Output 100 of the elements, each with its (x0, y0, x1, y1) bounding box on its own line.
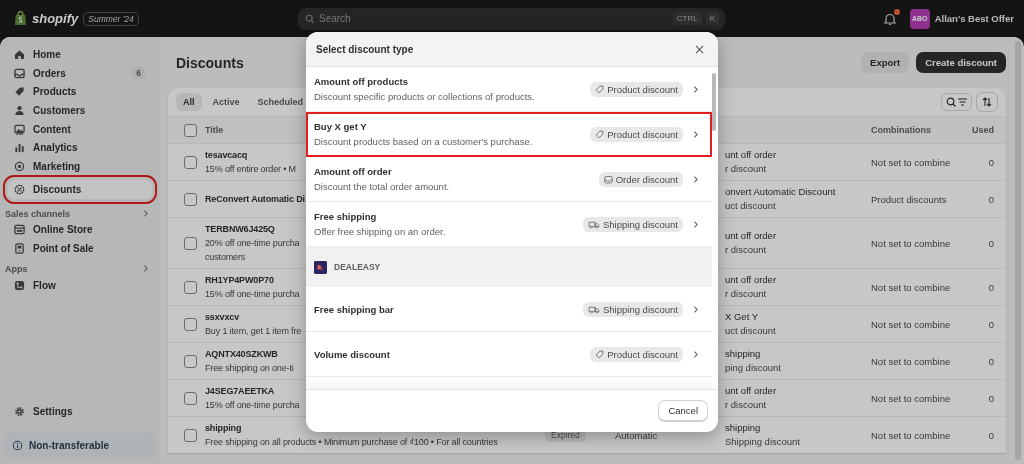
chevron-icon (691, 304, 700, 314)
create-button[interactable]: Create discount (916, 52, 1006, 73)
checkbox[interactable] (184, 354, 197, 368)
target-icon (14, 160, 25, 172)
type-text: unt off order (725, 384, 777, 398)
combinations-text: Not set to combine (871, 429, 952, 441)
home-icon (14, 48, 25, 60)
discount-option[interactable]: Buy X get Y Discount products based on a customer's purchase. Product discount (306, 112, 712, 157)
discount-summary: Buy 1 item, get 1 item fre (205, 325, 302, 338)
chevron-icon (691, 219, 700, 229)
terminal-icon (14, 243, 25, 255)
checkbox[interactable] (184, 155, 197, 169)
discount-type-badge: Product discount (590, 81, 683, 97)
filter-tab[interactable]: All (176, 93, 202, 111)
store-name[interactable]: Allan's Best Offer (934, 13, 1014, 24)
nav-item[interactable]: Marketing (8, 157, 152, 176)
search-icon (946, 97, 956, 107)
section-heading: Apps (5, 263, 28, 274)
used-count: 0 (987, 237, 994, 249)
nav-item[interactable]: Online Store (8, 220, 152, 240)
combinations-text: Not set to combine (871, 237, 952, 249)
discount-type-badge: Product discount (590, 126, 683, 142)
section-heading: Sales channels (5, 208, 71, 219)
info-icon (12, 440, 23, 451)
nav-item[interactable]: Content (8, 119, 152, 139)
discount-title[interactable]: AQNTX40SZKWB (205, 347, 278, 361)
discount-title[interactable]: J4SEG7AEETKA (205, 384, 275, 398)
used-count: 0 (987, 281, 994, 293)
gear-icon (14, 406, 25, 418)
nav-item[interactable]: Point of Sale (8, 239, 152, 258)
type-text: onvert Automatic Discount (725, 185, 836, 199)
combinations-text: Not set to combine (871, 318, 952, 330)
column-header: Used (972, 125, 994, 135)
used-count: 0 (987, 156, 994, 168)
checkbox[interactable] (184, 317, 197, 331)
nav-item[interactable]: Orders 6 (8, 63, 152, 83)
chevron-icon[interactable] (141, 264, 150, 274)
option-title: Amount off order (314, 166, 393, 177)
type-text: r discount (725, 162, 767, 176)
checkbox[interactable] (184, 280, 197, 294)
combinations-text: Not set to combine (871, 156, 952, 168)
discount-summary: 15% off one-time purcha (205, 288, 300, 301)
image-icon (14, 123, 25, 135)
type-text: shipping (725, 421, 761, 435)
discount-option[interactable]: Free shipping bar Shipping discount (306, 287, 712, 332)
option-description: Discount products based on a customer's purchase. (314, 136, 534, 147)
discount-title[interactable]: ssxvxcv (205, 310, 239, 324)
discount-summary: customers (205, 251, 246, 264)
sort-button[interactable] (976, 92, 998, 112)
info-banner[interactable]: Non-transferable (4, 433, 156, 458)
filter-icon (958, 98, 967, 106)
filter-tab[interactable]: Active (205, 93, 247, 111)
combinations-text: Not set to combine (871, 392, 952, 404)
discount-option[interactable]: Amount off products Discount specific products or collections of products. Product discount (306, 67, 712, 112)
chevron-icon[interactable] (141, 209, 150, 218)
discount-type-badge: Shipping discount (583, 301, 683, 317)
option-description: Discount specific products or collections of products. (314, 91, 536, 102)
combinations-text: Not set to combine (871, 281, 952, 293)
used-count: 0 (987, 318, 994, 330)
discount-title[interactable]: shipping (205, 421, 242, 435)
checkbox[interactable] (184, 428, 197, 442)
inbox-icon (603, 174, 613, 184)
type-text: X Get Y (725, 310, 759, 324)
discount-title[interactable]: TERBNW6J425Q (205, 222, 275, 236)
nav-item[interactable]: Home (8, 45, 152, 64)
app-logo-icon (314, 260, 327, 274)
search-filter-button[interactable] (941, 93, 972, 111)
discount-title[interactable]: ReConvert Automatic Di (205, 192, 305, 206)
truck-icon (588, 219, 600, 229)
cancel-button[interactable]: Cancel (658, 400, 708, 422)
discount-title[interactable]: RH1YP4PW0P70 (205, 273, 274, 287)
tag-icon (595, 349, 605, 359)
type-text: Shipping discount (725, 435, 800, 449)
type-text: r discount (725, 243, 767, 257)
flow-icon (14, 279, 25, 291)
sort-icon (981, 96, 993, 108)
checkbox[interactable] (184, 192, 197, 206)
chevron-icon (691, 84, 700, 94)
discount-title[interactable]: tesavcacq (205, 148, 248, 162)
column-header: Title (205, 125, 224, 135)
bell-icon[interactable] (882, 11, 897, 26)
checkbox[interactable] (184, 391, 197, 405)
option-description: Discount the total order amount. (314, 181, 451, 192)
page-title: Discounts (176, 54, 244, 71)
column-header: Combinations (871, 125, 931, 135)
nav-item[interactable]: Flow (8, 275, 152, 295)
tag-icon (595, 129, 605, 139)
checkbox[interactable] (184, 236, 197, 250)
method-text: Automatic (615, 429, 658, 441)
nav-item[interactable]: Products (8, 82, 152, 102)
discount-option[interactable]: Amount off order Discount the total order amount. Order discount (306, 157, 712, 202)
option-title: Buy X get Y (314, 121, 368, 132)
checkbox[interactable] (184, 123, 197, 137)
nav-item[interactable]: Analytics (8, 138, 152, 158)
nav-item[interactable]: Customers (8, 101, 152, 120)
used-count: 0 (987, 429, 994, 441)
settings-link[interactable]: Settings (8, 402, 152, 421)
scrollbar[interactable] (1015, 41, 1021, 460)
export-button[interactable]: Export (861, 52, 910, 73)
count-badge: 6 (131, 67, 146, 80)
